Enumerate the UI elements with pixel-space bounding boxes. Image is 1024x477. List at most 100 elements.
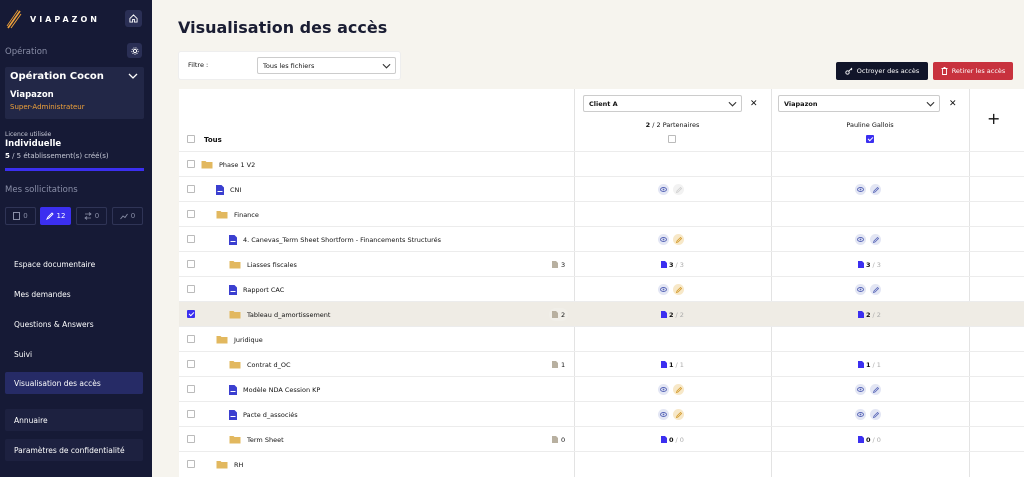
table-row[interactable]: CNI (179, 176, 1024, 201)
table-row[interactable]: Juridique (179, 326, 1024, 351)
edit-access-icon[interactable] (870, 234, 881, 245)
table-row[interactable]: Modèle NDA Cession KP (179, 376, 1024, 401)
row-checkbox[interactable] (187, 185, 195, 193)
operation-selector[interactable]: Opération Cocon Viapazon Super-Administr… (5, 67, 144, 119)
access-separator: / (675, 260, 678, 269)
nav-espace-documentaire[interactable]: Espace documentaire (5, 253, 143, 275)
table-row[interactable]: Phase 1 V2 (179, 151, 1024, 176)
table-row[interactable]: Liasses fiscales 3 3 / 33 / 3 (179, 251, 1024, 276)
view-access-icon[interactable] (658, 384, 669, 395)
row-checkbox[interactable] (187, 210, 195, 218)
table-row[interactable]: 4. Canevas_Term Sheet Shortform - Financ… (179, 226, 1024, 251)
edit-access-icon[interactable] (673, 384, 684, 395)
view-access-icon[interactable] (855, 409, 866, 420)
row-label-text: Tableau d_amortissement (247, 310, 331, 319)
view-access-icon[interactable] (855, 284, 866, 295)
access-separator: / (872, 310, 875, 319)
sollicitation-count: 12 (56, 212, 66, 220)
table-row[interactable]: Contrat d_OC 1 1 / 11 / 1 (179, 351, 1024, 376)
access-client-a (658, 184, 684, 195)
sollicitation-edits[interactable]: 12 (40, 207, 71, 225)
row-checkbox[interactable] (187, 410, 195, 418)
row-label: Term Sheet (229, 427, 284, 452)
access-table: Tous Client A ✕ 2 / 2 Partenaires Viapaz… (179, 89, 1024, 477)
close-icon[interactable]: ✕ (949, 99, 957, 109)
column-checkbox[interactable] (668, 135, 676, 143)
licence-progress-bar (5, 168, 144, 171)
edit-access-icon[interactable] (673, 184, 684, 195)
view-access-icon[interactable] (658, 184, 669, 195)
document-icon (661, 261, 667, 268)
row-label-text: CNI (230, 185, 242, 194)
nav-annuaire[interactable]: Annuaire (5, 409, 143, 431)
view-access-icon[interactable] (658, 234, 669, 245)
access-count: 2 (669, 310, 674, 319)
row-label: CNI (216, 177, 241, 202)
table-row[interactable]: Tableau d_amortissement 2 2 / 22 / 2 (179, 301, 1024, 326)
file-icon (216, 184, 224, 195)
row-checkbox[interactable] (187, 460, 195, 468)
column-select-value: Viapazon (784, 100, 818, 108)
row-checkbox[interactable] (187, 335, 195, 343)
row-label: Finance (216, 202, 259, 227)
table-row[interactable]: Pacte d_associés (179, 401, 1024, 426)
row-checkbox[interactable] (187, 435, 195, 443)
access-viapazon (855, 184, 881, 195)
row-label-text: Juridique (234, 335, 263, 344)
edit-access-icon[interactable] (673, 409, 684, 420)
row-checkbox[interactable] (187, 310, 195, 318)
revoke-access-button[interactable]: Retirer les accès (933, 62, 1013, 80)
select-all-label: Tous (204, 135, 222, 144)
sollicitation-documents[interactable]: 0 (5, 207, 36, 225)
view-access-icon[interactable] (658, 284, 669, 295)
view-access-icon[interactable] (855, 184, 866, 195)
home-button[interactable] (125, 10, 142, 27)
gear-icon (130, 46, 139, 55)
arrows-icon (84, 212, 92, 220)
edit-access-icon[interactable] (870, 409, 881, 420)
grant-access-button[interactable]: Octroyer des accès (836, 62, 928, 80)
column-checkbox[interactable] (866, 135, 874, 143)
chevron-down-icon (382, 63, 391, 69)
sollicitation-stats[interactable]: 0 (112, 207, 143, 225)
document-icon (858, 261, 864, 268)
column-select-viapazon[interactable]: Viapazon (778, 95, 940, 112)
table-row[interactable]: Term Sheet 0 0 / 00 / 0 (179, 426, 1024, 451)
column-subtitle: 2 / 2 Partenaires (574, 121, 771, 129)
row-checkbox[interactable] (187, 285, 195, 293)
access-count: 3 (669, 260, 674, 269)
view-access-icon[interactable] (855, 384, 866, 395)
row-checkbox[interactable] (187, 360, 195, 368)
column-select-client-a[interactable]: Client A (583, 95, 742, 112)
nav-mes-demandes[interactable]: Mes demandes (5, 283, 143, 305)
access-separator: / (675, 360, 678, 369)
edit-access-icon[interactable] (870, 284, 881, 295)
edit-access-icon[interactable] (673, 234, 684, 245)
nav-suivi[interactable]: Suivi (5, 343, 143, 365)
row-checkbox[interactable] (187, 235, 195, 243)
select-all-checkbox[interactable] (187, 135, 195, 143)
file-icon (229, 234, 237, 245)
view-access-icon[interactable] (658, 409, 669, 420)
edit-access-icon[interactable] (870, 184, 881, 195)
sollicitation-transfers[interactable]: 0 (76, 207, 107, 225)
nav-parametres-confidentialite[interactable]: Paramètres de confidentialité (5, 439, 143, 461)
row-checkbox[interactable] (187, 160, 195, 168)
row-checkbox[interactable] (187, 385, 195, 393)
row-label: Contrat d_OC (229, 352, 291, 377)
nav-visualisation-acces[interactable]: Visualisation des accès (5, 372, 143, 394)
nav-questions-answers[interactable]: Questions & Answers (5, 313, 143, 335)
filter-select[interactable]: Tous les fichiers (257, 57, 396, 74)
edit-access-icon[interactable] (870, 384, 881, 395)
close-icon[interactable]: ✕ (750, 99, 758, 109)
access-count: 2 (866, 310, 871, 319)
row-checkbox[interactable] (187, 260, 195, 268)
edit-access-icon[interactable] (673, 284, 684, 295)
logo: VIAPAZON (6, 8, 100, 30)
add-column-button[interactable]: + (987, 109, 1000, 128)
table-row[interactable]: Rapport CAC (179, 276, 1024, 301)
view-access-icon[interactable] (855, 234, 866, 245)
table-row[interactable]: Finance (179, 201, 1024, 226)
operation-settings-button[interactable] (127, 43, 142, 58)
table-row[interactable]: RH (179, 451, 1024, 476)
